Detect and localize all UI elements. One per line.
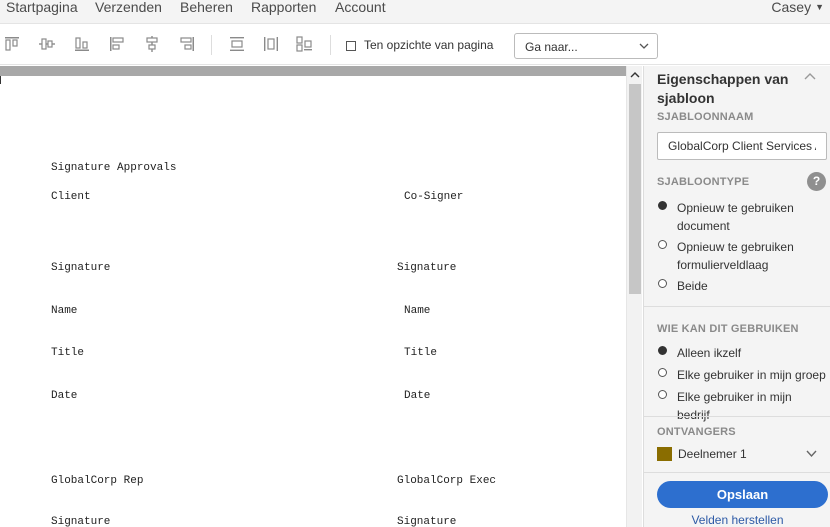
chevron-down-icon: [639, 43, 649, 49]
user-menu[interactable]: Casey ▼: [771, 0, 824, 15]
doc-client-label: Client: [51, 191, 91, 203]
match-size-icon[interactable]: [296, 36, 312, 52]
template-type-label: SJABLOONTYPE: [657, 176, 750, 188]
align-bottom-icon[interactable]: [74, 36, 90, 52]
recipient-name: Deelnemer 1: [678, 447, 747, 461]
nav-verzenden[interactable]: Verzenden: [95, 0, 162, 15]
scroll-up-icon[interactable]: [630, 70, 640, 80]
who-can-use-label: WIE KAN DIT GEBRUIKEN: [657, 323, 799, 335]
radio-selected-icon: [658, 346, 667, 355]
template-properties-panel: Eigenschappen van sjabloon SJABLOONNAAM …: [643, 66, 830, 527]
save-button[interactable]: Opslaan: [657, 481, 828, 508]
doc-rep-signature: Signature: [51, 516, 111, 527]
doc-client-name: Name: [51, 305, 78, 317]
document-pane[interactable]: Signature Approvals Client Co-Signer Sig…: [0, 66, 642, 527]
caret-down-icon: ▼: [815, 2, 824, 12]
toolbar-divider: [330, 35, 331, 55]
align-horizontal-center-icon[interactable]: [144, 36, 160, 52]
who-option-label: Elke gebruiker in mijn groep: [677, 368, 826, 382]
recipient-color-swatch: [657, 447, 672, 461]
doc-cosigner-title: Title: [404, 347, 438, 359]
nav-startpagina[interactable]: Startpagina: [6, 0, 78, 15]
type-option-label: Beide: [677, 279, 708, 293]
reset-fields-link[interactable]: Velden herstellen: [644, 513, 830, 527]
distribute-vertical-icon[interactable]: [263, 36, 279, 52]
align-left-icon[interactable]: [109, 36, 125, 52]
relative-to-page-label: Ten opzichte van pagina: [364, 38, 494, 52]
doc-client-date: Date: [51, 390, 78, 402]
align-top-icon[interactable]: [4, 36, 20, 52]
goto-select-value: Ga naar...: [525, 40, 578, 54]
nav-rapporten[interactable]: Rapporten: [251, 0, 316, 15]
panel-divider: [644, 472, 830, 473]
relative-to-page-checkbox[interactable]: [346, 41, 356, 51]
radio-selected-icon: [658, 201, 667, 210]
doc-rep-label: GlobalCorp Rep: [51, 475, 144, 487]
document-scrollbar[interactable]: [626, 66, 642, 527]
who-option-label: Alleen ikzelf: [677, 346, 742, 360]
chevron-down-icon[interactable]: [806, 449, 817, 458]
type-option-label: Opnieuw te gebruiken formulierveldlaag: [677, 240, 794, 272]
toolbar: Ten opzichte van pagina Ga naar...: [0, 25, 830, 65]
recipients-label: ONTVANGERS: [657, 426, 736, 438]
panel-divider: [644, 416, 830, 417]
scrollbar-thumb[interactable]: [629, 84, 641, 294]
doc-cosigner-signature: Signature: [397, 262, 457, 274]
doc-cosigner-label: Co-Signer: [404, 191, 464, 203]
type-option-label: Opnieuw te gebruiken document: [677, 201, 794, 233]
panel-title: Eigenschappen van sjabloon: [657, 71, 789, 106]
doc-client-signature: Signature: [51, 262, 111, 274]
radio-unselected-icon: [658, 240, 667, 249]
radio-unselected-icon: [658, 368, 667, 377]
who-option-label: Elke gebruiker in mijn bedrijf: [677, 390, 792, 422]
template-name-label: SJABLOONNAAM: [657, 111, 754, 123]
chevron-up-icon[interactable]: [804, 72, 816, 80]
top-nav: Startpagina Verzenden Beheren Rapporten …: [0, 0, 830, 24]
nav-beheren[interactable]: Beheren: [180, 0, 233, 15]
template-name-input[interactable]: [657, 132, 827, 160]
align-right-icon[interactable]: [179, 36, 195, 52]
doc-exec-label: GlobalCorp Exec: [397, 475, 497, 487]
doc-exec-signature: Signature: [397, 516, 457, 527]
goto-select[interactable]: Ga naar...: [514, 33, 658, 59]
radio-unselected-icon: [658, 390, 667, 399]
page-top-edge: [0, 66, 626, 76]
text-cursor: [0, 76, 1, 84]
doc-client-title: Title: [51, 347, 85, 359]
doc-cosigner-date: Date: [404, 390, 431, 402]
help-icon[interactable]: ?: [807, 172, 826, 191]
doc-heading: Signature Approvals: [51, 162, 177, 174]
distribute-horizontal-icon[interactable]: [229, 36, 245, 52]
radio-unselected-icon: [658, 279, 667, 288]
user-name: Casey: [771, 0, 812, 15]
panel-divider: [644, 306, 830, 307]
nav-account[interactable]: Account: [335, 0, 386, 15]
doc-cosigner-name: Name: [404, 305, 431, 317]
align-vertical-center-icon[interactable]: [39, 36, 55, 52]
toolbar-divider: [211, 35, 212, 55]
